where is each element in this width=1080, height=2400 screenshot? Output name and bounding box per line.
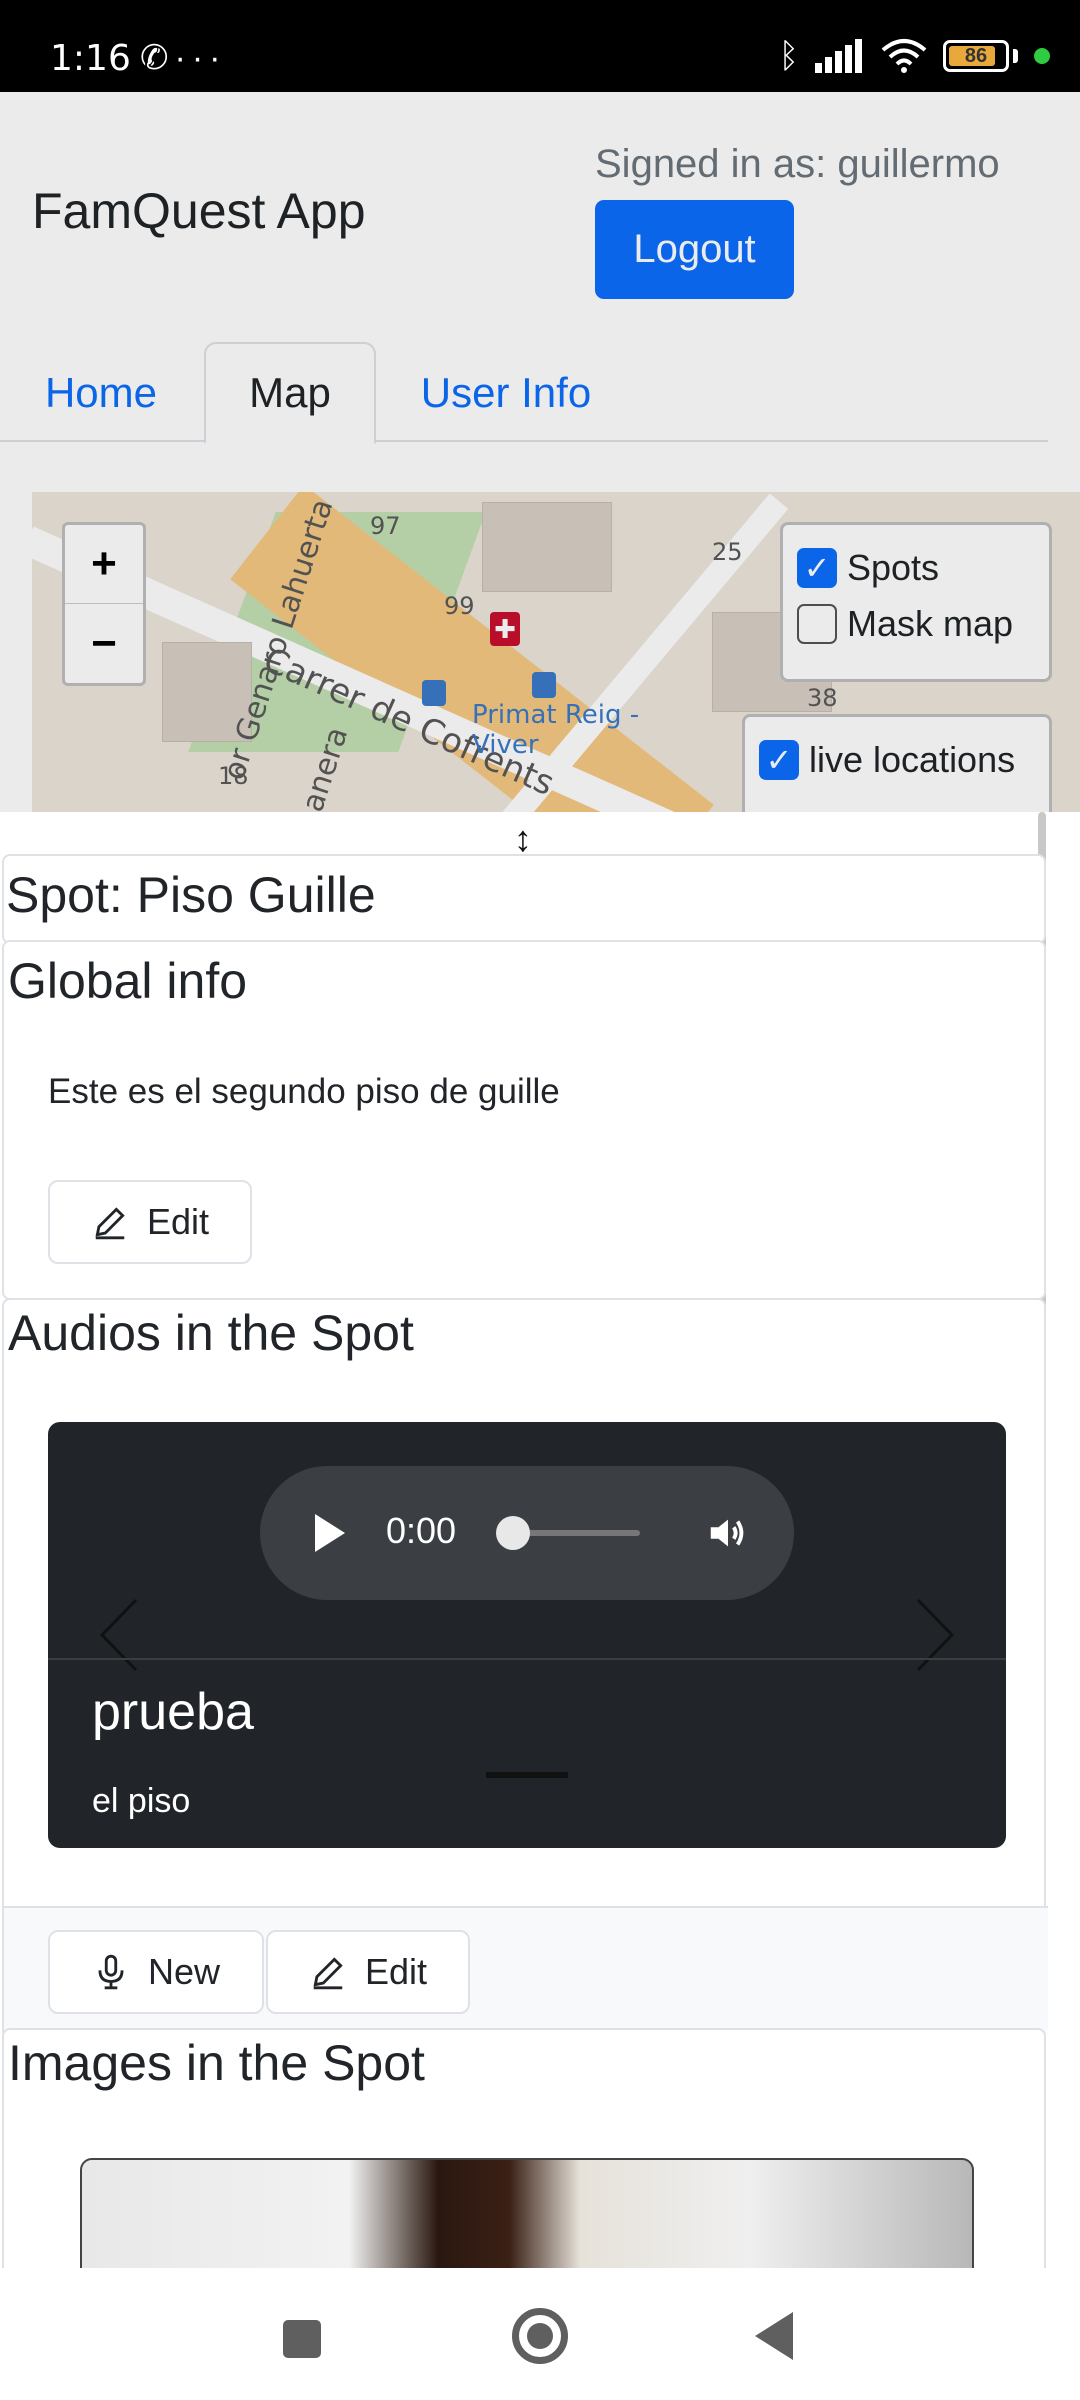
edit-audio-button[interactable]: Edit — [266, 1930, 470, 2014]
backdrop-overlay[interactable] — [0, 92, 1080, 812]
edit-label: Edit — [146, 1201, 210, 1242]
resize-handle-icon[interactable]: ↕ — [506, 818, 540, 859]
back-icon[interactable] — [755, 2312, 793, 2360]
wifi-icon — [881, 39, 927, 73]
status-right: ᛒ 86 — [779, 36, 1050, 76]
play-icon[interactable] — [315, 1514, 345, 1552]
status-bar: 1:16 ✆··· ᛒ 86 — [0, 0, 1080, 92]
spot-image[interactable] — [80, 2158, 974, 2268]
audio-caption-title: prueba — [92, 1683, 254, 1741]
privacy-dot-icon — [1034, 48, 1050, 64]
player-divider — [48, 1658, 1006, 1660]
signal-icon — [815, 39, 862, 73]
global-info-card: Global info Este es el segundo piso de g… — [2, 940, 1046, 1300]
more-icon: ··· — [174, 39, 227, 77]
spot-title-card: Spot: Piso Guille — [2, 854, 1046, 944]
edit-global-info-button[interactable]: Edit — [48, 1180, 252, 1264]
audio-player: 0:00 — [260, 1466, 794, 1600]
spot-bottom-sheet: ↕ Spot: Piso Guille Global info Este es … — [0, 812, 1080, 2268]
system-nav-bar — [0, 2268, 1080, 2400]
battery-tip — [1013, 49, 1018, 63]
volume-icon[interactable] — [704, 1510, 752, 1556]
new-audio-button[interactable]: New — [48, 1930, 264, 2014]
edit-label: Edit — [364, 1951, 428, 1992]
global-info-title: Global info — [8, 953, 248, 1009]
audio-caption-subtitle: el piso — [92, 1782, 191, 1820]
audio-time: 0:00 — [386, 1510, 457, 1551]
recents-icon[interactable] — [283, 2320, 321, 2358]
new-label: New — [147, 1951, 221, 1992]
pencil-icon — [313, 1957, 343, 1990]
home-icon[interactable] — [512, 2308, 568, 2364]
microphone-icon — [98, 1954, 124, 1990]
chevron-right-icon[interactable] — [906, 1590, 966, 1680]
spot-title: Spot: Piso Guille — [6, 867, 376, 923]
audios-card-footer: New Edit — [4, 1906, 1048, 2036]
chevron-left-icon[interactable] — [88, 1590, 148, 1680]
audios-card: Audios in the Spot 0:00 prueba el piso N… — [2, 1298, 1048, 2038]
pencil-icon — [95, 1207, 125, 1240]
bluetooth-icon: ᛒ — [778, 36, 799, 75]
images-card: Images in the Spot — [2, 2028, 1046, 2268]
global-info-text: Este es el segundo piso de guille — [48, 1072, 560, 1111]
audios-title: Audios in the Spot — [8, 1305, 414, 1361]
notification-icons: ✆··· — [140, 38, 226, 78]
carousel-indicator[interactable] — [486, 1772, 568, 1778]
images-title: Images in the Spot — [8, 2035, 425, 2091]
battery-level: 86 — [964, 44, 988, 67]
audio-carousel: 0:00 prueba el piso — [48, 1422, 1006, 1848]
status-time: 1:16 — [50, 38, 131, 79]
battery-icon: 86 — [943, 40, 1009, 72]
whatsapp-icon: ✆ — [140, 39, 175, 77]
audio-seek-thumb[interactable] — [496, 1516, 530, 1550]
